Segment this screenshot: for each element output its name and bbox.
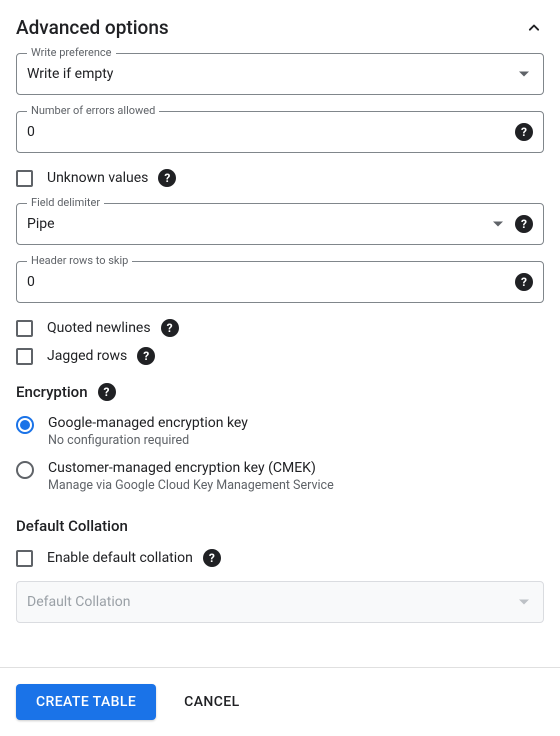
header-rows-input[interactable]: Header rows to skip 0 ? <box>16 261 544 303</box>
caret-down-icon <box>493 222 503 227</box>
cancel-button[interactable]: CANCEL <box>164 684 259 720</box>
header-rows-label: Header rows to skip <box>27 254 132 267</box>
errors-allowed-label: Number of errors allowed <box>27 104 159 117</box>
field-delimiter-label: Field delimiter <box>27 196 104 209</box>
write-preference-value: Write if empty <box>27 66 533 82</box>
quoted-newlines-checkbox[interactable] <box>16 320 33 337</box>
unknown-values-checkbox[interactable] <box>16 170 33 187</box>
enable-collation-label: Enable default collation <box>47 550 193 566</box>
help-icon[interactable]: ? <box>161 319 179 337</box>
encryption-cmek-label: Customer-managed encryption key (CMEK) <box>48 460 544 476</box>
advanced-options-header[interactable]: Advanced options <box>16 16 544 39</box>
help-icon[interactable]: ? <box>515 123 533 141</box>
encryption-google-sub: No configuration required <box>48 433 544 448</box>
enable-collation-checkbox[interactable] <box>16 550 33 567</box>
write-preference-label: Write preference <box>27 46 116 59</box>
section-title: Advanced options <box>16 16 169 39</box>
help-icon[interactable]: ? <box>158 169 176 187</box>
encryption-google-label: Google-managed encryption key <box>48 415 544 431</box>
help-icon[interactable]: ? <box>515 273 533 291</box>
help-icon[interactable]: ? <box>137 347 155 365</box>
field-delimiter-value: Pipe <box>27 216 479 232</box>
encryption-title: Encryption <box>16 383 88 401</box>
encryption-google-radio[interactable] <box>16 416 34 434</box>
field-delimiter-select[interactable]: Field delimiter Pipe ? <box>16 203 544 245</box>
header-rows-value: 0 <box>27 274 503 290</box>
create-table-button[interactable]: CREATE TABLE <box>16 684 156 720</box>
encryption-cmek-radio[interactable] <box>16 461 34 479</box>
footer: CREATE TABLE CANCEL <box>0 667 560 736</box>
caret-down-icon <box>519 72 529 77</box>
caret-down-icon <box>519 600 529 605</box>
chevron-up-icon <box>524 18 544 38</box>
errors-allowed-value: 0 <box>27 124 503 140</box>
write-preference-select[interactable]: Write preference Write if empty <box>16 53 544 95</box>
help-icon[interactable]: ? <box>203 549 221 567</box>
encryption-cmek-sub: Manage via Google Cloud Key Management S… <box>48 478 544 493</box>
jagged-rows-label: Jagged rows <box>47 348 127 364</box>
unknown-values-label: Unknown values <box>47 170 148 186</box>
default-collation-title: Default Collation <box>16 517 128 535</box>
help-icon[interactable]: ? <box>515 215 533 233</box>
default-collation-placeholder: Default Collation <box>27 594 533 610</box>
jagged-rows-checkbox[interactable] <box>16 348 33 365</box>
quoted-newlines-label: Quoted newlines <box>47 320 151 336</box>
help-icon[interactable]: ? <box>98 383 116 401</box>
errors-allowed-input[interactable]: Number of errors allowed 0 ? <box>16 111 544 153</box>
default-collation-select: Default Collation <box>16 581 544 623</box>
